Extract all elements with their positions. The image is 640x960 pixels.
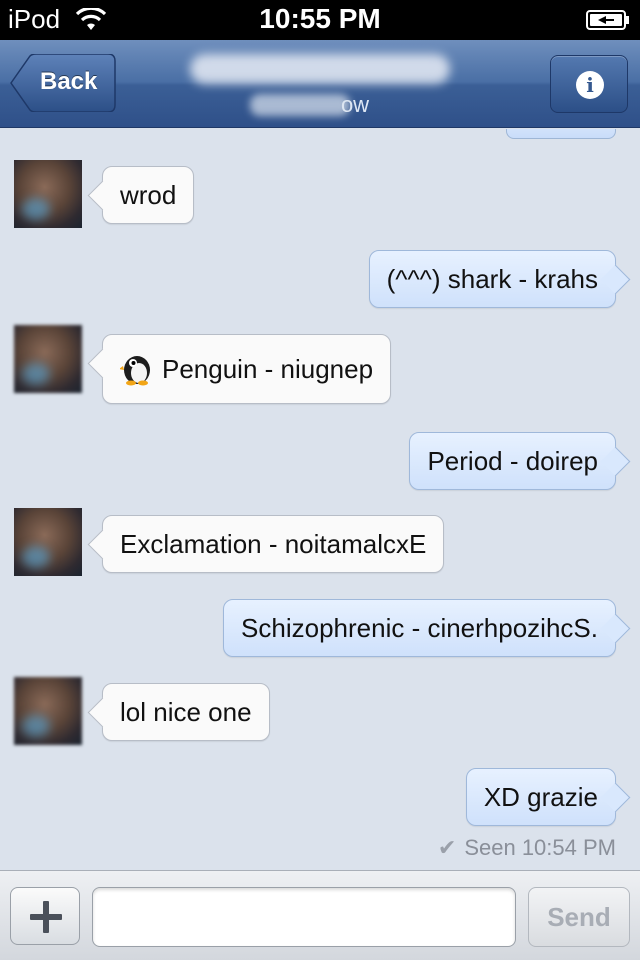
message-text: wrod	[120, 180, 177, 210]
message-text: Penguin - niugnep	[162, 354, 374, 384]
outgoing-message-bubble: (^^^) shark - krahs	[368, 250, 616, 308]
contact-avatar[interactable]	[14, 325, 82, 393]
contact-avatar[interactable]	[14, 160, 82, 228]
message-text: (^^^) shark - krahs	[386, 264, 598, 294]
battery-charging-icon	[586, 10, 629, 30]
message-text: Period - doirep	[427, 446, 598, 476]
nav-bar: Back ow i	[0, 40, 640, 128]
contact-avatar[interactable]	[14, 508, 82, 576]
redacted-status	[250, 94, 350, 116]
status-bar: iPod 10:55 PM	[0, 0, 640, 40]
outgoing-message-bubble-partial	[506, 129, 616, 139]
seen-receipt: ✔ Seen 10:54 PM	[438, 835, 616, 861]
incoming-message-bubble: lol nice one	[102, 683, 270, 741]
add-attachment-button[interactable]	[10, 887, 80, 945]
message-text: Schizophrenic - cinerhpozihcS.	[241, 613, 598, 643]
penguin-icon	[120, 356, 150, 386]
plus-icon-stroke	[43, 901, 49, 933]
seen-receipt-text: Seen 10:54 PM	[464, 835, 616, 860]
message-text: lol nice one	[120, 697, 252, 727]
outgoing-message-bubble: Period - doirep	[409, 432, 616, 490]
outgoing-message-bubble: XD grazie	[465, 768, 616, 826]
incoming-message-bubble: wrod	[102, 166, 195, 224]
message-list[interactable]: wrod (^^^) shark - krahs Penguin - niugn…	[0, 129, 640, 870]
contact-avatar[interactable]	[14, 677, 82, 745]
info-icon: i	[576, 71, 604, 99]
info-button[interactable]: i	[550, 55, 628, 113]
incoming-message-bubble: Penguin - niugnep	[102, 334, 392, 404]
incoming-message-bubble: Exclamation - noitamalcxE	[102, 515, 445, 573]
outgoing-message-bubble: Schizophrenic - cinerhpozihcS.	[223, 599, 616, 657]
send-button[interactable]: Send	[528, 887, 630, 947]
message-input[interactable]	[92, 887, 516, 947]
message-text: Exclamation - noitamalcxE	[120, 529, 427, 559]
checkmark-icon: ✔	[437, 835, 457, 860]
message-composer: Send	[0, 870, 640, 960]
redacted-contact-name	[190, 54, 450, 84]
clock-time: 10:55 PM	[259, 3, 381, 34]
message-text: XD grazie	[483, 782, 598, 812]
